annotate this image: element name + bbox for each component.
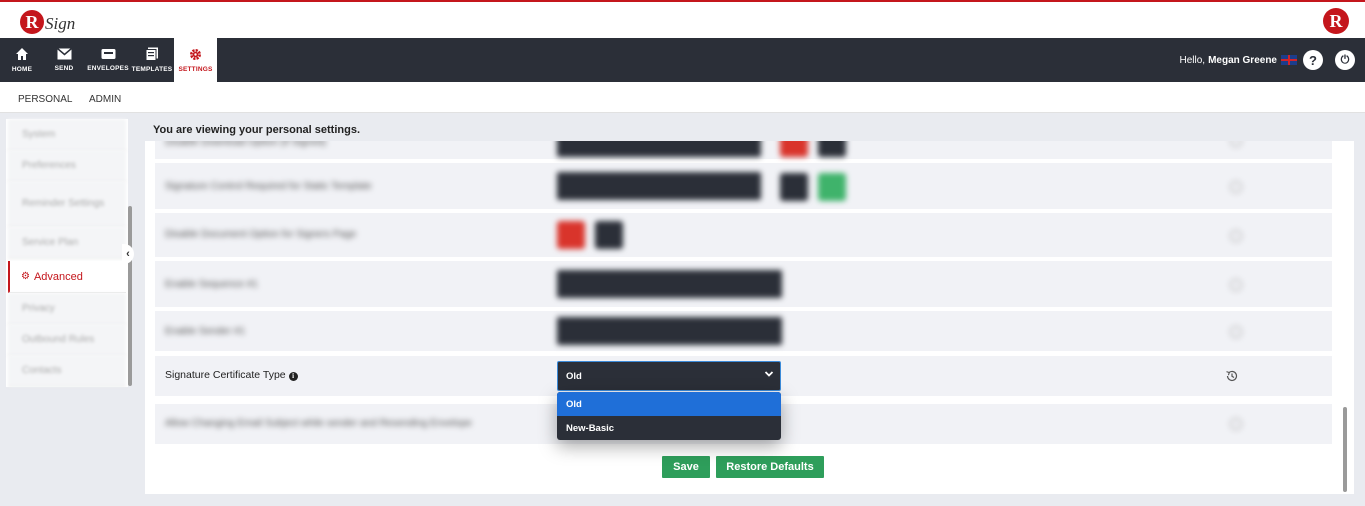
certificate-type-select[interactable]: Old xyxy=(557,361,781,391)
rsign-logo[interactable]: R Sign xyxy=(20,7,75,37)
panel-scrollbar[interactable] xyxy=(1343,407,1347,492)
uk-flag-icon[interactable] xyxy=(1281,55,1297,65)
sidebar-item-system[interactable]: System xyxy=(8,119,126,151)
nav-send-label: SEND xyxy=(54,65,74,72)
history-icon[interactable] xyxy=(1225,369,1239,383)
sidebar-item-outbound[interactable]: Outbound Rules xyxy=(8,324,126,356)
info-icon[interactable]: i xyxy=(288,372,298,381)
envelope-icon xyxy=(56,48,72,60)
user-name[interactable]: Megan Greene xyxy=(1208,55,1277,66)
certificate-type-options: Old New-Basic xyxy=(557,392,781,440)
sidebar-item-service-plan[interactable]: Service Plan xyxy=(8,227,126,259)
setting-row: Disable Document Option for Signers Page xyxy=(155,213,1332,257)
sidebar-item-privacy[interactable]: Privacy xyxy=(8,293,126,325)
sidebar-item-reminders[interactable]: Reminder Settings xyxy=(8,181,126,227)
settings-subtabs: PERSONAL ADMIN xyxy=(0,82,1365,113)
panel-header: You are viewing your personal settings. xyxy=(145,119,1354,141)
logo-text: Sign xyxy=(45,14,76,33)
sidebar-item-preferences[interactable]: Preferences xyxy=(8,150,126,182)
main-nav: HOME SEND ENVELOPES TEMPLATES SETTINGS H… xyxy=(0,38,1365,82)
setting-row: Enable Sender #1 xyxy=(155,311,1332,351)
signature-certificate-row: Signature Certificate Type i Old xyxy=(155,356,1332,396)
signature-certificate-label-text: Signature Certificate Type xyxy=(165,369,286,381)
nav-settings-label: SETTINGS xyxy=(178,65,213,73)
gear-icon xyxy=(190,48,201,60)
help-icon[interactable]: ? xyxy=(1303,50,1323,70)
nav-send[interactable]: SEND xyxy=(50,38,78,82)
tab-admin[interactable]: ADMIN xyxy=(89,94,121,105)
signature-certificate-label: Signature Certificate Type i xyxy=(165,369,298,381)
setting-row: Signature Control Required for Static Te… xyxy=(155,163,1332,209)
rpost-logo-icon: R xyxy=(1323,8,1349,34)
templates-icon xyxy=(145,47,158,61)
greeting-text: Hello, xyxy=(1179,54,1206,66)
option-old[interactable]: Old xyxy=(557,392,781,416)
sidebar-item-contacts[interactable]: Contacts xyxy=(8,355,126,387)
home-icon xyxy=(16,48,28,60)
setting-row: Enable Sequence #1 xyxy=(155,261,1332,307)
option-new-basic[interactable]: New-Basic xyxy=(557,416,781,440)
nav-templates[interactable]: TEMPLATES xyxy=(130,38,174,82)
logo-mark: R xyxy=(20,10,44,34)
sidebar-scrollbar[interactable] xyxy=(128,206,132,386)
power-icon[interactable]: ⏻ xyxy=(1335,50,1355,70)
tab-personal[interactable]: PERSONAL xyxy=(18,94,72,105)
nav-home-label: HOME xyxy=(11,66,33,73)
nav-templates-label: TEMPLATES xyxy=(131,66,173,73)
user-area: Hello, Megan Greene ? ⏻ xyxy=(1179,38,1355,82)
settings-sidebar: System Preferences Reminder Settings Ser… xyxy=(6,119,128,387)
sidebar-item-advanced[interactable]: ⚙ Advanced xyxy=(8,261,126,293)
certificate-type-selected: Old xyxy=(566,371,582,382)
save-button[interactable]: Save xyxy=(662,456,710,478)
nav-envelopes-label: ENVELOPES xyxy=(87,65,129,72)
nav-home[interactable]: HOME xyxy=(8,38,36,82)
nav-settings[interactable]: SETTINGS xyxy=(174,38,217,82)
brand-bar: R Sign R xyxy=(0,0,1365,38)
gears-icon: ⚙ xyxy=(21,271,30,282)
inbox-icon xyxy=(101,49,115,59)
nav-envelopes[interactable]: ENVELOPES xyxy=(86,38,130,82)
sidebar-item-advanced-label: Advanced xyxy=(33,270,83,283)
restore-defaults-button[interactable]: Restore Defaults xyxy=(716,456,824,478)
chevron-down-icon xyxy=(764,371,774,377)
